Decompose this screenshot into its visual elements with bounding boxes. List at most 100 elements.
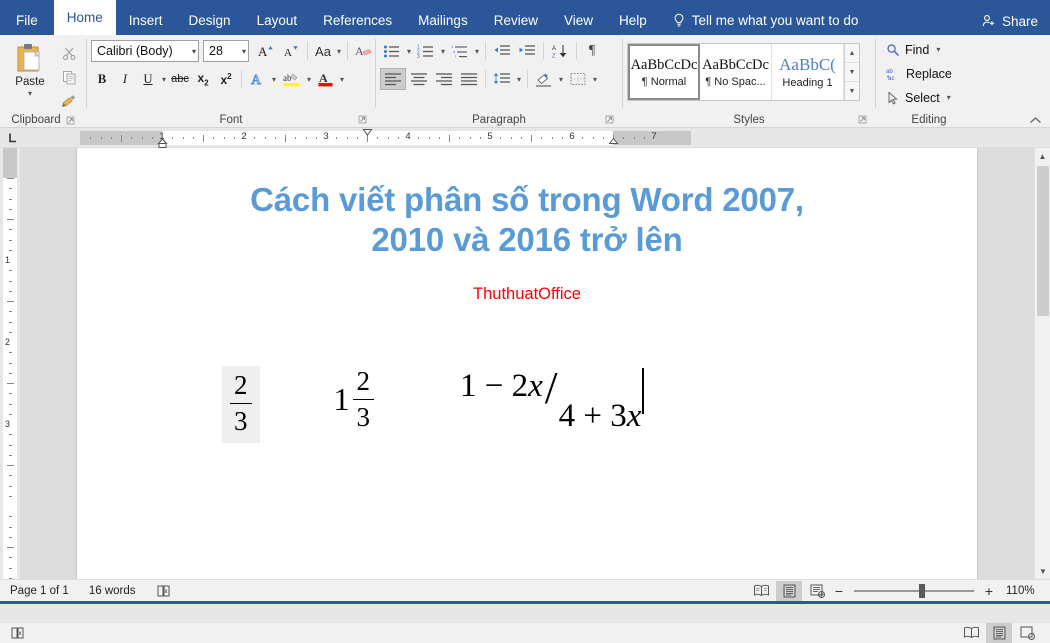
secondary-print-layout-button[interactable] — [986, 623, 1012, 643]
font-name-combo[interactable]: Calibri (Body) ▾ — [91, 40, 199, 62]
tab-view[interactable]: View — [551, 6, 606, 35]
tab-review[interactable]: Review — [481, 6, 551, 35]
change-case-button[interactable]: Aa — [312, 40, 334, 62]
style-no-spacing[interactable]: AaBbCcDc ¶ No Spac... — [700, 44, 772, 100]
tab-stop-selector[interactable] — [0, 128, 24, 147]
chevron-down-icon[interactable]: ▾ — [557, 75, 565, 84]
align-center-button[interactable] — [407, 68, 431, 90]
zoom-slider[interactable] — [854, 581, 974, 601]
secondary-read-mode-button[interactable] — [958, 623, 984, 643]
zoom-out-button[interactable]: − — [832, 583, 846, 599]
chevron-down-icon[interactable]: ▾ — [405, 47, 413, 56]
dialog-launcher-styles[interactable] — [858, 115, 867, 124]
sort-button[interactable]: AZ — [548, 40, 572, 62]
proofing-status[interactable]: x — [146, 580, 182, 602]
select-button[interactable]: Select ▾ — [884, 87, 953, 108]
bullets-button[interactable] — [380, 40, 404, 62]
styles-scroll-down-button[interactable]: ▼ — [845, 63, 859, 82]
ruler-track[interactable]: 1234567 — [24, 128, 1050, 147]
strikethrough-button[interactable]: abc — [169, 68, 191, 90]
scroll-down-button[interactable]: ▼ — [1035, 563, 1050, 579]
zoom-slider-thumb[interactable] — [919, 584, 925, 598]
text-effects-button[interactable]: A — [246, 68, 269, 90]
chevron-down-icon[interactable]: ▾ — [270, 75, 278, 84]
shrink-font-button[interactable]: A — [279, 40, 303, 62]
chevron-down-icon[interactable]: ▾ — [591, 75, 599, 84]
equation-mixed-number[interactable]: 1 2 3 — [334, 366, 375, 434]
tab-references[interactable]: References — [310, 6, 405, 35]
zoom-level[interactable]: 110% — [998, 585, 1040, 597]
chevron-down-icon[interactable]: ▾ — [26, 89, 34, 98]
tab-design[interactable]: Design — [176, 6, 244, 35]
tell-me-box[interactable]: Tell me what you want to do — [672, 6, 859, 35]
chevron-down-icon[interactable]: ▾ — [305, 75, 313, 84]
chevron-down-icon[interactable]: ▾ — [338, 75, 346, 84]
word-count[interactable]: 16 words — [79, 580, 146, 602]
dialog-launcher-font[interactable] — [358, 115, 367, 124]
chevron-down-icon[interactable]: ▾ — [335, 47, 343, 56]
paste-button[interactable]: Paste ▾ — [4, 39, 56, 98]
font-size-combo[interactable]: 28 ▾ — [203, 40, 249, 62]
collapse-ribbon-button[interactable] — [1029, 116, 1042, 125]
scroll-up-button[interactable]: ▲ — [1035, 148, 1050, 164]
chevron-down-icon[interactable]: ▾ — [473, 47, 481, 56]
page-indicator[interactable]: Page 1 of 1 — [0, 580, 79, 602]
cut-button[interactable] — [56, 42, 82, 64]
tab-home[interactable]: Home — [54, 0, 116, 35]
equation-skewed-fraction[interactable]: 1 − 2x / 4 + 3x — [460, 366, 644, 435]
tab-mailings[interactable]: Mailings — [405, 6, 481, 35]
clear-formatting-button[interactable]: A — [352, 40, 376, 62]
left-indent-marker[interactable] — [157, 128, 168, 148]
chevron-down-icon[interactable]: ▾ — [515, 75, 523, 84]
align-left-button[interactable] — [380, 68, 406, 90]
bold-button[interactable]: B — [91, 68, 113, 90]
horizontal-ruler[interactable]: 1234567 — [0, 128, 1050, 148]
underline-button[interactable]: U — [137, 68, 159, 90]
chevron-down-icon[interactable]: ▾ — [945, 93, 953, 102]
style-heading-1[interactable]: AaBbC( Heading 1 — [772, 44, 844, 100]
shading-button[interactable] — [532, 68, 556, 90]
web-layout-button[interactable] — [804, 581, 830, 601]
document-page[interactable]: Cách viết phân số trong Word 2007, 2010 … — [77, 148, 977, 579]
share-button[interactable]: Share — [981, 13, 1038, 29]
numbering-button[interactable]: 123 — [414, 40, 438, 62]
copy-button[interactable] — [56, 66, 82, 88]
show-marks-button[interactable]: ¶ — [581, 40, 603, 62]
justify-button[interactable] — [457, 68, 481, 90]
chevron-down-icon[interactable]: ▾ — [160, 75, 168, 84]
dialog-launcher-clipboard[interactable] — [66, 116, 75, 125]
equation-simple-fraction[interactable]: 2 3 — [222, 366, 260, 444]
find-button[interactable]: Find ▾ — [884, 39, 942, 60]
chevron-down-icon[interactable]: ▾ — [934, 45, 942, 54]
font-color-button[interactable]: A — [314, 68, 337, 90]
vertical-scrollbar[interactable]: ▲ ▼ — [1034, 148, 1050, 579]
document-title[interactable]: Cách viết phân số trong Word 2007, 2010 … — [77, 148, 977, 261]
align-right-button[interactable] — [432, 68, 456, 90]
print-layout-button[interactable] — [776, 581, 802, 601]
tab-insert[interactable]: Insert — [116, 6, 176, 35]
tab-layout[interactable]: Layout — [244, 6, 311, 35]
grow-font-button[interactable]: A — [254, 40, 278, 62]
document-subtitle[interactable]: ThuthuatOffice — [77, 261, 977, 304]
style-normal[interactable]: AaBbCcDc ¶ Normal — [628, 44, 700, 100]
scrollbar-thumb[interactable] — [1037, 166, 1049, 316]
decrease-indent-button[interactable] — [490, 40, 514, 62]
multilevel-list-button[interactable]: 1ai — [448, 40, 472, 62]
increase-indent-button[interactable] — [515, 40, 539, 62]
styles-more-button[interactable]: ▼ — [845, 82, 859, 100]
superscript-button[interactable]: x2 — [215, 68, 237, 90]
italic-button[interactable]: I — [114, 68, 136, 90]
borders-button[interactable] — [566, 68, 590, 90]
secondary-proofing-status[interactable]: x — [0, 622, 36, 643]
replace-button[interactable]: abac Replace — [884, 63, 952, 84]
subscript-button[interactable]: x2 — [192, 68, 214, 90]
read-mode-button[interactable] — [748, 581, 774, 601]
format-painter-button[interactable] — [56, 90, 82, 112]
right-indent-marker[interactable] — [608, 128, 619, 148]
secondary-web-layout-button[interactable] — [1014, 623, 1040, 643]
tab-file[interactable]: File — [0, 6, 54, 35]
dialog-launcher-paragraph[interactable] — [605, 115, 614, 124]
styles-scroll-up-button[interactable]: ▲ — [845, 44, 859, 63]
zoom-in-button[interactable]: + — [982, 583, 996, 599]
vertical-ruler[interactable]: 123 — [0, 148, 20, 579]
